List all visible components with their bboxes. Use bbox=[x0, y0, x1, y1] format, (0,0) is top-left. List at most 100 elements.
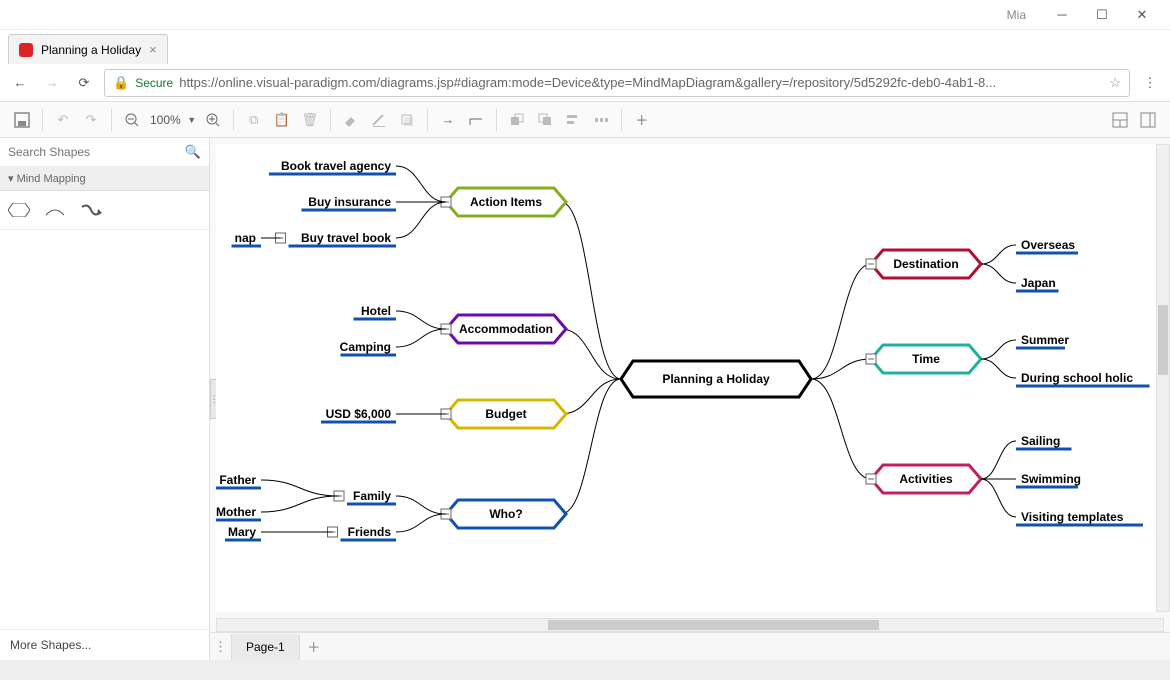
zoom-dropdown-icon[interactable]: ▼ bbox=[185, 106, 199, 134]
svg-text:Buy insurance: Buy insurance bbox=[308, 195, 391, 209]
to-back-button[interactable] bbox=[531, 106, 559, 134]
app-toolbar: ↶ ↷ 100% ▼ ⧉ 📋 🗑 → ＋ bbox=[0, 102, 1170, 138]
tab-title: Planning a Holiday bbox=[41, 43, 141, 57]
svg-text:nap: nap bbox=[235, 231, 256, 245]
svg-text:Budget: Budget bbox=[485, 407, 526, 421]
browser-tabstrip: Planning a Holiday × bbox=[0, 30, 1170, 64]
svg-text:Family: Family bbox=[353, 489, 391, 503]
distribute-button[interactable] bbox=[587, 106, 615, 134]
shapes-sidebar: 🔍 ▾ Mind Mapping More Shapes... bbox=[0, 138, 210, 660]
horizontal-scrollbar[interactable] bbox=[216, 618, 1164, 632]
svg-text:Camping: Camping bbox=[340, 340, 391, 354]
svg-text:Swimming: Swimming bbox=[1021, 472, 1081, 486]
svg-text:Who?: Who? bbox=[489, 507, 522, 521]
shape-node-icon[interactable] bbox=[8, 201, 30, 219]
canvas-area: ⋮ Planning a Holiday Action Items Book tra… bbox=[210, 138, 1170, 660]
undo-button[interactable]: ↶ bbox=[49, 106, 77, 134]
bookmark-star-icon[interactable]: ☆ bbox=[1109, 75, 1121, 91]
svg-text:USD $6,000: USD $6,000 bbox=[326, 407, 392, 421]
svg-text:Mary: Mary bbox=[228, 525, 256, 539]
to-front-button[interactable] bbox=[503, 106, 531, 134]
separator bbox=[111, 109, 112, 131]
svg-text:Action Items: Action Items bbox=[470, 195, 542, 209]
tab-favicon bbox=[19, 43, 33, 57]
redo-button[interactable]: ↷ bbox=[77, 106, 105, 134]
svg-text:Book travel agency: Book travel agency bbox=[281, 159, 391, 173]
svg-text:Accommodation: Accommodation bbox=[459, 322, 553, 336]
palette-body bbox=[0, 191, 209, 230]
window-user: Mia bbox=[1007, 8, 1026, 22]
svg-text:Activities: Activities bbox=[899, 472, 953, 486]
svg-text:Planning a Holiday: Planning a Holiday bbox=[662, 372, 770, 386]
separator bbox=[427, 109, 428, 131]
zoom-in-button[interactable] bbox=[199, 106, 227, 134]
diagram-canvas[interactable]: Planning a Holiday Action Items Book trave… bbox=[216, 144, 1164, 612]
add-button[interactable]: ＋ bbox=[628, 106, 656, 134]
lock-icon: 🔒 bbox=[113, 75, 129, 91]
svg-text:Visiting templates: Visiting templates bbox=[1021, 510, 1124, 524]
line-color-button[interactable] bbox=[365, 106, 393, 134]
separator bbox=[233, 109, 234, 131]
page-tabs: ⋮ Page-1 ＋ bbox=[210, 632, 1170, 660]
svg-text:Sailing: Sailing bbox=[1021, 434, 1060, 448]
sidebar-spacer bbox=[0, 230, 209, 629]
separator bbox=[621, 109, 622, 131]
separator bbox=[42, 109, 43, 131]
statusbar bbox=[0, 660, 1170, 680]
svg-text:Hotel: Hotel bbox=[361, 304, 391, 318]
svg-text:Japan: Japan bbox=[1021, 276, 1056, 290]
waypoint-style-button[interactable] bbox=[462, 106, 490, 134]
zoom-out-button[interactable] bbox=[118, 106, 146, 134]
connection-style-button[interactable]: → bbox=[434, 106, 462, 134]
reload-button[interactable]: ⟳ bbox=[72, 71, 96, 95]
url-text: https://online.visual-paradigm.com/diagr… bbox=[179, 75, 1103, 90]
separator bbox=[330, 109, 331, 131]
paste-button[interactable]: 📋 bbox=[268, 106, 296, 134]
window-minimize-button[interactable]: ─ bbox=[1042, 1, 1082, 29]
shadow-button[interactable] bbox=[393, 106, 421, 134]
scrollbar-thumb[interactable] bbox=[1158, 305, 1168, 375]
svg-text:Overseas: Overseas bbox=[1021, 238, 1075, 252]
svg-text:Friends: Friends bbox=[348, 525, 392, 539]
tab-close-icon[interactable]: × bbox=[149, 42, 157, 57]
forward-button: → bbox=[40, 71, 64, 95]
back-button[interactable]: ← bbox=[8, 71, 32, 95]
scrollbar-thumb[interactable] bbox=[548, 620, 879, 630]
fill-color-button[interactable] bbox=[337, 106, 365, 134]
browser-addressbar: ← → ⟳ 🔒 Secure https://online.visual-par… bbox=[0, 64, 1170, 102]
zoom-level[interactable]: 100% bbox=[146, 113, 185, 127]
svg-text:Buy travel book: Buy travel book bbox=[301, 231, 391, 245]
mindmap-diagram[interactable]: Planning a Holiday Action Items Book trave… bbox=[216, 144, 1156, 612]
palette-header[interactable]: ▾ Mind Mapping bbox=[0, 167, 209, 191]
secure-label: Secure bbox=[135, 76, 173, 90]
more-shapes-button[interactable]: More Shapes... bbox=[0, 629, 209, 660]
search-shapes-input[interactable] bbox=[8, 145, 185, 159]
align-button[interactable] bbox=[559, 106, 587, 134]
window-maximize-button[interactable]: ☐ bbox=[1082, 1, 1122, 29]
add-page-button[interactable]: ＋ bbox=[300, 637, 328, 656]
vertical-scrollbar[interactable] bbox=[1156, 144, 1170, 612]
save-button[interactable] bbox=[8, 106, 36, 134]
separator bbox=[496, 109, 497, 131]
browser-tab[interactable]: Planning a Holiday × bbox=[8, 34, 168, 64]
url-input[interactable]: 🔒 Secure https://online.visual-paradigm.… bbox=[104, 69, 1130, 97]
outline-panel-button[interactable] bbox=[1134, 106, 1162, 134]
svg-text:Time: Time bbox=[912, 352, 940, 366]
page-tabs-menu[interactable]: ⋮ bbox=[210, 634, 232, 660]
browser-menu-button[interactable]: ⋮ bbox=[1138, 71, 1162, 95]
page-tab[interactable]: Page-1 bbox=[232, 634, 300, 660]
svg-text:Destination: Destination bbox=[893, 257, 958, 271]
window-close-button[interactable]: ✕ bbox=[1122, 1, 1162, 29]
copy-button[interactable]: ⧉ bbox=[240, 106, 268, 134]
delete-button[interactable]: 🗑 bbox=[296, 106, 324, 134]
window-titlebar: Mia ─ ☐ ✕ bbox=[0, 0, 1170, 30]
svg-text:Summer: Summer bbox=[1021, 333, 1069, 347]
search-shapes-box[interactable]: 🔍 bbox=[0, 138, 209, 167]
svg-text:Mother: Mother bbox=[216, 505, 256, 519]
shape-s-curve-icon[interactable] bbox=[80, 201, 102, 219]
format-panel-button[interactable] bbox=[1106, 106, 1134, 134]
shape-line-icon[interactable] bbox=[44, 201, 66, 219]
search-icon[interactable]: 🔍 bbox=[185, 144, 201, 160]
svg-text:Father: Father bbox=[219, 473, 256, 487]
workspace: 🔍 ▾ Mind Mapping More Shapes... ⋮ Planni… bbox=[0, 138, 1170, 660]
